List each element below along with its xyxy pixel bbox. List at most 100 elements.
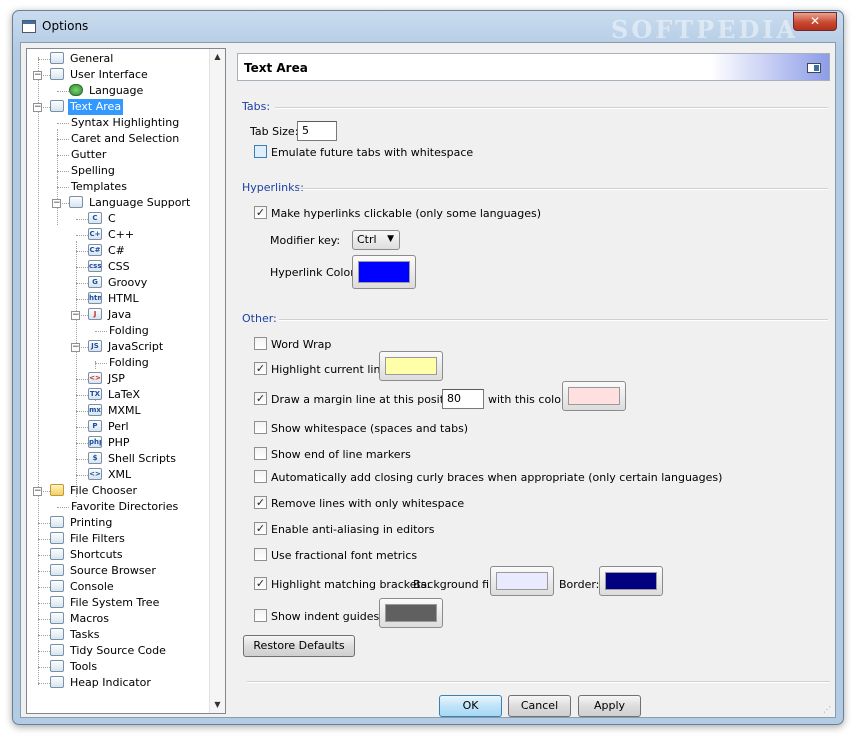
tree-item[interactable]: css CSS	[88, 259, 132, 275]
tree-item[interactable]: Folding	[107, 355, 151, 371]
panel-title: Text Area	[244, 61, 308, 75]
dialog-client-area: General − User Interface Language − Text Area…	[20, 42, 836, 718]
tree-guide-line	[95, 331, 107, 332]
tree-item[interactable]: File Chooser	[50, 483, 139, 499]
margin-line-checkbox[interactable]: ✓	[254, 392, 267, 405]
ok-button[interactable]: OK	[439, 695, 502, 717]
tree-item-label: Tasks	[70, 628, 100, 641]
tree-guide-line	[76, 219, 88, 220]
bracket-background-color-swatch	[496, 572, 548, 590]
gear-icon	[50, 612, 64, 624]
tree-item-label: CSS	[108, 260, 130, 273]
show-whitespace-checkbox[interactable]	[254, 421, 267, 434]
tree-item[interactable]: Heap Indicator	[50, 675, 153, 691]
tree-expander-icon[interactable]: −	[33, 487, 42, 496]
close-button[interactable]: ✕	[793, 12, 837, 31]
tree-item[interactable]: Language	[69, 83, 145, 99]
modifier-key-select[interactable]: Ctrl ▼	[352, 230, 400, 250]
bracket-border-label: Border:	[559, 578, 600, 591]
tree-item[interactable]: G Groovy	[88, 275, 149, 291]
tree-expander-icon[interactable]: −	[33, 71, 42, 80]
tree-item-label: File System Tree	[70, 596, 160, 609]
hyperlinks-clickable-checkbox[interactable]: ✓	[254, 206, 267, 219]
tree-expander-icon[interactable]: −	[52, 199, 61, 208]
tree-guide-line	[38, 683, 50, 684]
match-brackets-checkbox[interactable]: ✓	[254, 577, 267, 590]
bracket-border-color-button[interactable]	[599, 566, 663, 596]
tree-item-label: Source Browser	[70, 564, 156, 577]
scroll-down-arrow-icon[interactable]: ▼	[210, 697, 225, 713]
tree-item[interactable]: Printing	[50, 515, 114, 531]
tree-item[interactable]: C# C#	[88, 243, 127, 259]
show-eol-checkbox[interactable]	[254, 447, 267, 460]
bar-icon	[50, 676, 64, 688]
tree-item[interactable]: General	[50, 51, 115, 67]
tree-item[interactable]: User Interface	[50, 67, 150, 83]
tree-expander-icon[interactable]: −	[71, 343, 80, 352]
tree-expander-icon[interactable]: −	[33, 103, 42, 112]
tree-item[interactable]: Syntax Highlighting	[69, 115, 181, 131]
tree-item[interactable]: Source Browser	[50, 563, 158, 579]
apply-button[interactable]: Apply	[578, 695, 641, 717]
tree-item[interactable]: Shortcuts	[50, 547, 125, 563]
tree-item[interactable]: <> XML	[88, 467, 133, 483]
tree-item-label: JSP	[108, 372, 125, 385]
tree-item[interactable]: Templates	[69, 179, 129, 195]
tree-item[interactable]: Tools	[50, 659, 99, 675]
tree-guide-line	[76, 251, 88, 252]
tree-item[interactable]: htm HTML	[88, 291, 141, 307]
indent-guides-checkbox[interactable]	[254, 609, 267, 622]
restore-defaults-button[interactable]: Restore Defaults	[243, 635, 355, 657]
title-bar[interactable]: Options SOFTPEDIA ✕	[13, 11, 843, 44]
tree-item-label: Templates	[71, 180, 127, 193]
tree-item[interactable]: CC	[88, 211, 118, 227]
tree-item-label: Console	[70, 580, 114, 593]
indent-guide-color-button[interactable]	[379, 598, 443, 628]
resize-grip-icon[interactable]: ⋰	[823, 705, 833, 715]
tree-item[interactable]: Favorite Directories	[69, 499, 180, 515]
tree-item[interactable]: php PHP	[88, 435, 132, 451]
auto-braces-checkbox[interactable]	[254, 470, 267, 483]
bracket-background-color-button[interactable]	[490, 566, 554, 596]
margin-line-position-input[interactable]: 80	[442, 389, 484, 409]
tree-expander-icon[interactable]: −	[71, 311, 80, 320]
antialias-checkbox[interactable]: ✓	[254, 522, 267, 535]
tree-item[interactable]: Caret and Selection	[69, 131, 181, 147]
tree-item-label: Groovy	[108, 276, 148, 289]
tree-item[interactable]: TX LaTeX	[88, 387, 142, 403]
fractional-metrics-checkbox[interactable]	[254, 548, 267, 561]
hyperlink-color-button[interactable]	[352, 255, 416, 289]
tree-item[interactable]: Text Area	[50, 99, 124, 115]
tree-item[interactable]: C+ C++	[88, 227, 136, 243]
tree-item[interactable]: Spelling	[69, 163, 117, 179]
tree-item[interactable]: Tasks	[50, 627, 101, 643]
tree-item[interactable]: $ Shell Scripts	[88, 451, 178, 467]
tree-item[interactable]: File Filters	[50, 531, 127, 547]
tree-item[interactable]: File System Tree	[50, 595, 161, 611]
tree-item[interactable]: Tidy Source Code	[50, 643, 168, 659]
tree-item[interactable]: <> JSP	[88, 371, 127, 387]
emulate-tabs-checkbox[interactable]	[254, 145, 267, 158]
scroll-up-arrow-icon[interactable]: ▲	[210, 49, 225, 65]
tree-item[interactable]: Folding	[107, 323, 151, 339]
margin-line-color-button[interactable]	[562, 381, 626, 411]
html-icon: htm	[88, 292, 102, 304]
tree-scrollbar[interactable]: ▲ ▼	[209, 49, 225, 713]
tree-item[interactable]: J Java	[88, 307, 133, 323]
cancel-button[interactable]: Cancel	[508, 695, 571, 717]
tree-item[interactable]: Macros	[50, 611, 111, 627]
highlight-line-checkbox[interactable]: ✓	[254, 362, 267, 375]
window-title: Options	[42, 19, 89, 33]
tree-item[interactable]: JS JavaScript	[88, 339, 165, 355]
lightning-icon	[50, 644, 64, 656]
tree-item[interactable]: P Perl	[88, 419, 131, 435]
tab-size-input[interactable]: 5	[297, 121, 337, 141]
current-line-color-button[interactable]	[379, 351, 443, 381]
remove-whitespace-lines-checkbox[interactable]: ✓	[254, 496, 267, 509]
tree-item[interactable]: mx MXML	[88, 403, 143, 419]
tree-item[interactable]: Language Support	[69, 195, 192, 211]
tree-item-label: Language	[89, 84, 144, 97]
tree-item[interactable]: Gutter	[69, 147, 108, 163]
word-wrap-checkbox[interactable]	[254, 337, 267, 350]
tree-item[interactable]: Console	[50, 579, 116, 595]
